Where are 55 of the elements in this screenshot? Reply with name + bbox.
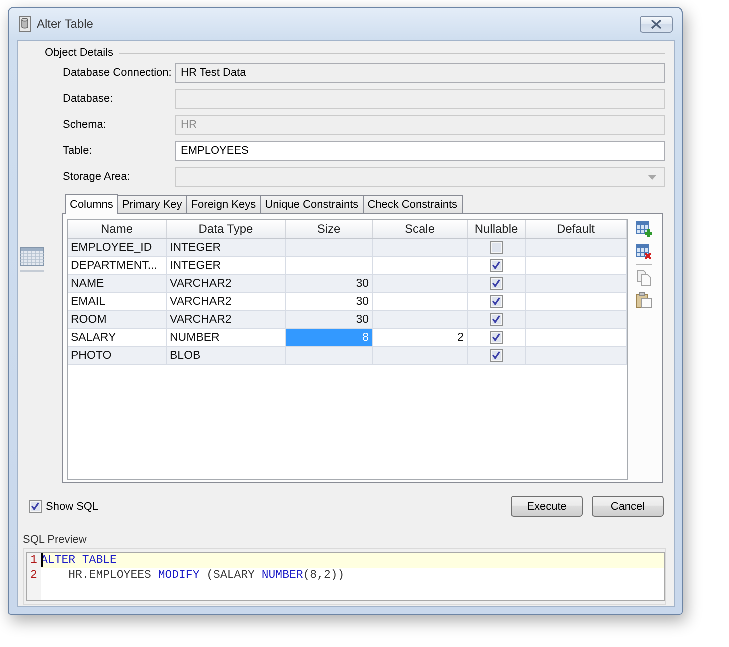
table-cell[interactable] xyxy=(286,347,373,365)
database-icon xyxy=(19,16,31,32)
checkbox[interactable] xyxy=(490,277,503,290)
checkbox[interactable] xyxy=(490,349,503,362)
field-label: Table: xyxy=(63,145,94,157)
remove-column-icon[interactable] xyxy=(636,244,652,260)
line-number: 2 xyxy=(30,568,38,583)
tab[interactable]: Check Constraints xyxy=(362,195,463,213)
table-cell: BLOB xyxy=(167,347,286,365)
table-row[interactable]: EMAIL VARCHAR2 30 xyxy=(68,293,627,311)
text-field[interactable]: EMPLOYEES xyxy=(175,141,665,161)
caret-icon xyxy=(648,174,657,180)
column-header: Name xyxy=(68,220,167,238)
execute-button[interactable]: Execute xyxy=(511,496,583,517)
checkbox[interactable] xyxy=(490,331,503,344)
column-header: Default xyxy=(526,220,627,238)
section-title: Object Details xyxy=(45,47,114,59)
paste-icon[interactable] xyxy=(636,292,652,308)
table-row[interactable]: DEPARTMENT... INTEGER xyxy=(68,257,627,275)
show-sql-checkbox[interactable] xyxy=(29,500,42,513)
field-label: Database Connection: xyxy=(63,67,173,79)
tab[interactable]: Primary Key xyxy=(117,195,188,213)
tab[interactable]: Columns xyxy=(65,194,118,214)
table-row[interactable]: EMPLOYEE_ID INTEGER xyxy=(68,239,627,257)
cancel-button[interactable]: Cancel xyxy=(592,496,664,517)
code-line: HR.EMPLOYEES MODIFY (SALARY NUMBER(8,2)) xyxy=(68,568,346,583)
column-header: Size xyxy=(286,220,373,238)
table-row[interactable]: SALARY NUMBER 8 2 xyxy=(68,329,627,347)
text-field[interactable]: HR Test Data xyxy=(175,63,665,83)
table-view-icon[interactable] xyxy=(20,247,44,273)
copy-icon[interactable] xyxy=(636,270,652,286)
checkbox[interactable] xyxy=(490,313,503,326)
close-button[interactable] xyxy=(640,16,673,32)
checkbox[interactable] xyxy=(490,259,503,272)
table-cell: PHOTO xyxy=(68,347,167,365)
text-cursor-icon xyxy=(41,553,43,567)
close-icon xyxy=(651,20,662,28)
checkbox[interactable] xyxy=(490,241,503,254)
field-label: Database: xyxy=(63,93,114,105)
table-row[interactable]: NAME VARCHAR2 30 xyxy=(68,275,627,293)
tab[interactable]: Foreign Keys xyxy=(186,195,262,213)
table-row[interactable]: ROOM VARCHAR2 30 xyxy=(68,311,627,329)
checkbox-label: Show SQL xyxy=(46,500,99,512)
checkbox[interactable] xyxy=(490,295,503,308)
column-header: Nullable xyxy=(468,220,526,238)
field-label: Schema: xyxy=(63,119,108,131)
column-header: Data Type xyxy=(167,220,286,238)
table-row[interactable]: PHOTO BLOB xyxy=(68,347,627,365)
field-label: Storage Area: xyxy=(63,171,132,183)
section-title: SQL Preview xyxy=(23,533,87,547)
column-header: Scale xyxy=(373,220,468,238)
add-column-icon[interactable] xyxy=(636,221,652,237)
line-number: 1 xyxy=(30,553,38,568)
tab[interactable]: Unique Constraints xyxy=(260,195,364,213)
window-title: Alter Table xyxy=(37,17,94,31)
